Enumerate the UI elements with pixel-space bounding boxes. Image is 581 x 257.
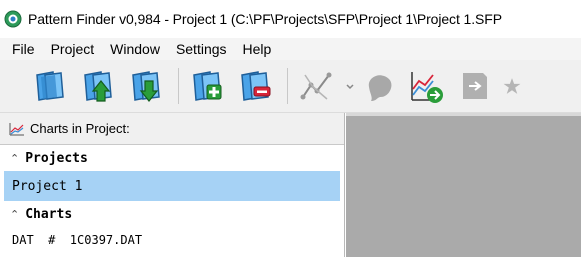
window-title: Pattern Finder v0,984 - Project 1 (C:\PF… bbox=[28, 11, 502, 27]
remove-chart-icon bbox=[241, 71, 271, 101]
pattern-tool-icon bbox=[300, 72, 332, 100]
upload-project-icon bbox=[84, 71, 112, 102]
chevron-down-icon bbox=[346, 84, 354, 90]
menu-window[interactable]: Window bbox=[102, 41, 168, 57]
menu-file[interactable]: File bbox=[4, 41, 43, 57]
chevron-up-icon[interactable]: ⌃ bbox=[10, 152, 19, 165]
panel-title: Charts in Project: bbox=[30, 121, 130, 136]
download-project-button[interactable] bbox=[126, 66, 166, 106]
menu-bar: File Project Window Settings Help bbox=[0, 38, 581, 60]
workspace-area[interactable] bbox=[346, 113, 581, 257]
add-chart-button[interactable] bbox=[187, 66, 227, 106]
pattern-dropdown-button[interactable] bbox=[344, 66, 356, 106]
menu-project[interactable]: Project bbox=[43, 41, 103, 57]
projects-group-label: Projects bbox=[25, 150, 88, 166]
blob-tool-icon bbox=[368, 75, 392, 101]
export-arrow-icon bbox=[463, 73, 487, 99]
chart-export-button[interactable] bbox=[406, 66, 446, 106]
project-item-label: Project 1 bbox=[12, 178, 83, 194]
chart-export-icon bbox=[411, 72, 443, 103]
download-project-icon bbox=[132, 71, 160, 102]
menu-help[interactable]: Help bbox=[235, 41, 280, 57]
charts-panel-icon bbox=[9, 123, 24, 136]
charts-group-header[interactable]: ⌃ Charts bbox=[0, 201, 344, 227]
toolbar-separator bbox=[287, 68, 288, 104]
upload-project-button[interactable] bbox=[78, 66, 118, 106]
app-logo-icon bbox=[4, 10, 22, 28]
charts-panel: Charts in Project: ⌃ Projects Project 1 … bbox=[0, 113, 345, 257]
project-list-item[interactable]: Project 1 bbox=[4, 171, 340, 201]
chart-item-label: DAT # 1C0397.DAT bbox=[12, 233, 143, 247]
star-icon bbox=[503, 78, 521, 94]
workspace-top-edge bbox=[346, 113, 581, 116]
export-arrow-button[interactable] bbox=[454, 66, 494, 106]
chevron-up-icon[interactable]: ⌃ bbox=[10, 208, 19, 221]
charts-group-label: Charts bbox=[25, 206, 73, 222]
panel-header: Charts in Project: bbox=[0, 113, 344, 145]
toolbar bbox=[0, 60, 581, 113]
open-project-button[interactable] bbox=[30, 66, 70, 106]
star-button[interactable] bbox=[502, 66, 522, 106]
projects-group-header[interactable]: ⌃ Projects bbox=[0, 145, 344, 171]
chart-list-item[interactable]: DAT # 1C0397.DAT bbox=[0, 227, 344, 253]
add-chart-icon bbox=[193, 71, 222, 101]
menu-settings[interactable]: Settings bbox=[168, 41, 235, 57]
blob-tool-button[interactable] bbox=[358, 66, 398, 106]
open-project-icon bbox=[36, 71, 64, 101]
title-bar: Pattern Finder v0,984 - Project 1 (C:\PF… bbox=[0, 0, 581, 38]
remove-chart-button[interactable] bbox=[235, 66, 275, 106]
pattern-tool-button[interactable] bbox=[296, 66, 336, 106]
toolbar-separator bbox=[178, 68, 179, 104]
